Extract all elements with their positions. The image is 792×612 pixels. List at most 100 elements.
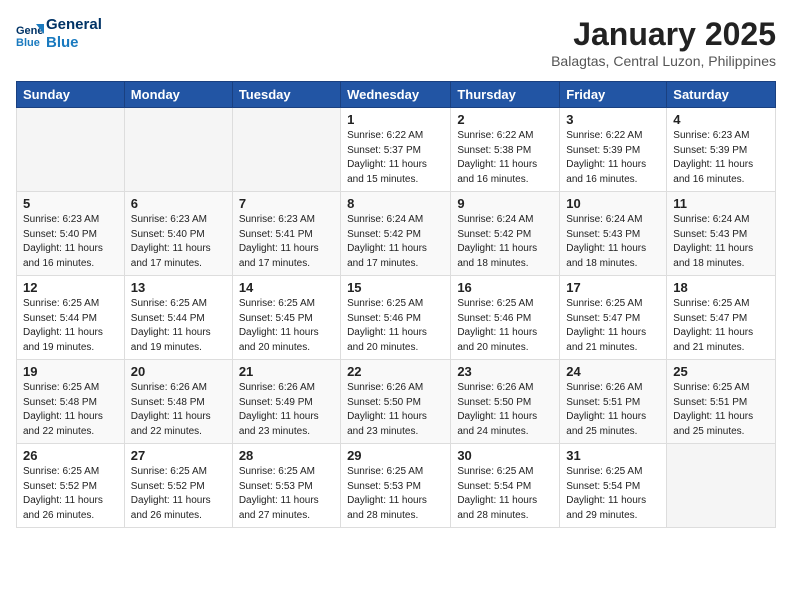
- day-info: Sunrise: 6:23 AM Sunset: 5:40 PM Dayligh…: [23, 213, 118, 271]
- calendar-cell: 20 Sunrise: 6:26 AM Sunset: 5:48 PM Dayli…: [124, 360, 232, 444]
- weekday-header-row: SundayMondayTuesdayWednesdayThursdayFrid…: [17, 82, 776, 108]
- calendar-cell: [232, 108, 340, 192]
- location-title: Balagtas, Central Luzon, Philippines: [551, 53, 776, 69]
- logo-icon: General Blue: [16, 20, 44, 48]
- calendar-cell: 6 Sunrise: 6:23 AM Sunset: 5:40 PM Daylig…: [124, 192, 232, 276]
- calendar-cell: [17, 108, 125, 192]
- calendar-cell: 7 Sunrise: 6:23 AM Sunset: 5:41 PM Daylig…: [232, 192, 340, 276]
- day-info: Sunrise: 6:26 AM Sunset: 5:48 PM Dayligh…: [131, 381, 226, 439]
- day-number: 4: [673, 112, 769, 127]
- day-info: Sunrise: 6:25 AM Sunset: 5:46 PM Dayligh…: [347, 297, 444, 355]
- day-info: Sunrise: 6:23 AM Sunset: 5:40 PM Dayligh…: [131, 213, 226, 271]
- weekday-header-thursday: Thursday: [451, 82, 560, 108]
- day-info: Sunrise: 6:25 AM Sunset: 5:51 PM Dayligh…: [673, 381, 769, 439]
- calendar-week-row: 26 Sunrise: 6:25 AM Sunset: 5:52 PM Dayli…: [17, 444, 776, 528]
- calendar-cell: 19 Sunrise: 6:25 AM Sunset: 5:48 PM Dayli…: [17, 360, 125, 444]
- title-block: January 2025 Balagtas, Central Luzon, Ph…: [551, 16, 776, 69]
- calendar-cell: 22Sunrise: 6:26 AM Sunset: 5:50 PM Dayli…: [341, 360, 451, 444]
- calendar-cell: 5Sunrise: 6:23 AM Sunset: 5:40 PM Daylig…: [17, 192, 125, 276]
- calendar-cell: 15 Sunrise: 6:25 AM Sunset: 5:46 PM Dayli…: [341, 276, 451, 360]
- day-info: Sunrise: 6:25 AM Sunset: 5:48 PM Dayligh…: [23, 381, 118, 439]
- calendar-cell: 11Sunrise: 6:24 AM Sunset: 5:43 PM Dayli…: [667, 192, 776, 276]
- day-number: 21: [239, 364, 334, 379]
- day-number: 3: [566, 112, 660, 127]
- day-number: 1: [347, 112, 444, 127]
- day-number: 10: [566, 196, 660, 211]
- day-info: Sunrise: 6:25 AM Sunset: 5:45 PM Dayligh…: [239, 297, 334, 355]
- calendar-cell: 12 Sunrise: 6:25 AM Sunset: 5:44 PM Dayli…: [17, 276, 125, 360]
- day-number: 8: [347, 196, 444, 211]
- day-number: 24: [566, 364, 660, 379]
- calendar-cell: 17 Sunrise: 6:25 AM Sunset: 5:47 PM Dayli…: [560, 276, 667, 360]
- day-number: 6: [131, 196, 226, 211]
- calendar-cell: 14 Sunrise: 6:25 AM Sunset: 5:45 PM Dayli…: [232, 276, 340, 360]
- day-number: 29: [347, 448, 444, 463]
- calendar-cell: 28 Sunrise: 6:25 AM Sunset: 5:53 PM Dayli…: [232, 444, 340, 528]
- calendar-cell: 26Sunrise: 6:25 AM Sunset: 5:52 PM Dayli…: [17, 444, 125, 528]
- day-number: 31: [566, 448, 660, 463]
- day-number: 13: [131, 280, 226, 295]
- calendar-cell: 31 Sunrise: 6:25 AM Sunset: 5:54 PM Dayli…: [560, 444, 667, 528]
- day-info: Sunrise: 6:25 AM Sunset: 5:44 PM Dayligh…: [131, 297, 226, 355]
- day-number: 2: [457, 112, 553, 127]
- calendar-cell: 10Sunrise: 6:24 AM Sunset: 5:43 PM Dayli…: [560, 192, 667, 276]
- day-number: 14: [239, 280, 334, 295]
- month-title: January 2025: [551, 16, 776, 53]
- calendar-cell: 16Sunrise: 6:25 AM Sunset: 5:46 PM Dayli…: [451, 276, 560, 360]
- day-number: 15: [347, 280, 444, 295]
- day-info: Sunrise: 6:25 AM Sunset: 5:47 PM Dayligh…: [566, 297, 660, 355]
- day-number: 30: [457, 448, 553, 463]
- day-info: Sunrise: 6:25 AM Sunset: 5:53 PM Dayligh…: [239, 465, 334, 523]
- day-info: Sunrise: 6:22 AM Sunset: 5:37 PM Dayligh…: [347, 129, 444, 187]
- day-info: Sunrise: 6:23 AM Sunset: 5:41 PM Dayligh…: [239, 213, 334, 271]
- day-info: Sunrise: 6:26 AM Sunset: 5:50 PM Dayligh…: [457, 381, 553, 439]
- calendar-cell: 9 Sunrise: 6:24 AM Sunset: 5:42 PM Daylig…: [451, 192, 560, 276]
- calendar-cell: 25 Sunrise: 6:25 AM Sunset: 5:51 PM Dayli…: [667, 360, 776, 444]
- day-info: Sunrise: 6:25 AM Sunset: 5:47 PM Dayligh…: [673, 297, 769, 355]
- day-info: Sunrise: 6:24 AM Sunset: 5:42 PM Dayligh…: [457, 213, 553, 271]
- day-number: 28: [239, 448, 334, 463]
- day-number: 12: [23, 280, 118, 295]
- calendar-cell: 8 Sunrise: 6:24 AM Sunset: 5:42 PM Daylig…: [341, 192, 451, 276]
- calendar-cell: 27 Sunrise: 6:25 AM Sunset: 5:52 PM Dayli…: [124, 444, 232, 528]
- day-number: 17: [566, 280, 660, 295]
- svg-text:Blue: Blue: [16, 37, 40, 48]
- day-number: 25: [673, 364, 769, 379]
- logo: General Blue General Blue: [16, 16, 102, 52]
- day-info: Sunrise: 6:25 AM Sunset: 5:54 PM Dayligh…: [566, 465, 660, 523]
- calendar-cell: 3Sunrise: 6:22 AM Sunset: 5:39 PM Daylig…: [560, 108, 667, 192]
- page-header: General Blue General Blue January 2025 B…: [16, 16, 776, 69]
- day-info: Sunrise: 6:24 AM Sunset: 5:42 PM Dayligh…: [347, 213, 444, 271]
- weekday-header-saturday: Saturday: [667, 82, 776, 108]
- day-number: 16: [457, 280, 553, 295]
- day-number: 9: [457, 196, 553, 211]
- calendar-week-row: 1 Sunrise: 6:22 AM Sunset: 5:37 PM Daylig…: [17, 108, 776, 192]
- calendar-week-row: 12 Sunrise: 6:25 AM Sunset: 5:44 PM Dayli…: [17, 276, 776, 360]
- day-number: 23: [457, 364, 553, 379]
- logo-line1: General: [46, 16, 102, 34]
- day-info: Sunrise: 6:25 AM Sunset: 5:52 PM Dayligh…: [131, 465, 226, 523]
- calendar-table: SundayMondayTuesdayWednesdayThursdayFrid…: [16, 81, 776, 528]
- day-number: 26: [23, 448, 118, 463]
- day-info: Sunrise: 6:23 AM Sunset: 5:39 PM Dayligh…: [673, 129, 769, 187]
- weekday-header-tuesday: Tuesday: [232, 82, 340, 108]
- calendar-cell: 13 Sunrise: 6:25 AM Sunset: 5:44 PM Dayli…: [124, 276, 232, 360]
- day-number: 18: [673, 280, 769, 295]
- day-info: Sunrise: 6:26 AM Sunset: 5:51 PM Dayligh…: [566, 381, 660, 439]
- day-number: 20: [131, 364, 226, 379]
- weekday-header-sunday: Sunday: [17, 82, 125, 108]
- calendar-cell: 21Sunrise: 6:26 AM Sunset: 5:49 PM Dayli…: [232, 360, 340, 444]
- day-number: 7: [239, 196, 334, 211]
- calendar-cell: 18 Sunrise: 6:25 AM Sunset: 5:47 PM Dayli…: [667, 276, 776, 360]
- day-number: 11: [673, 196, 769, 211]
- calendar-cell: 29 Sunrise: 6:25 AM Sunset: 5:53 PM Dayli…: [341, 444, 451, 528]
- calendar-week-row: 5Sunrise: 6:23 AM Sunset: 5:40 PM Daylig…: [17, 192, 776, 276]
- day-number: 19: [23, 364, 118, 379]
- calendar-cell: [124, 108, 232, 192]
- day-info: Sunrise: 6:25 AM Sunset: 5:53 PM Dayligh…: [347, 465, 444, 523]
- day-info: Sunrise: 6:25 AM Sunset: 5:44 PM Dayligh…: [23, 297, 118, 355]
- day-number: 27: [131, 448, 226, 463]
- calendar-cell: 30Sunrise: 6:25 AM Sunset: 5:54 PM Dayli…: [451, 444, 560, 528]
- calendar-cell: [667, 444, 776, 528]
- day-number: 22: [347, 364, 444, 379]
